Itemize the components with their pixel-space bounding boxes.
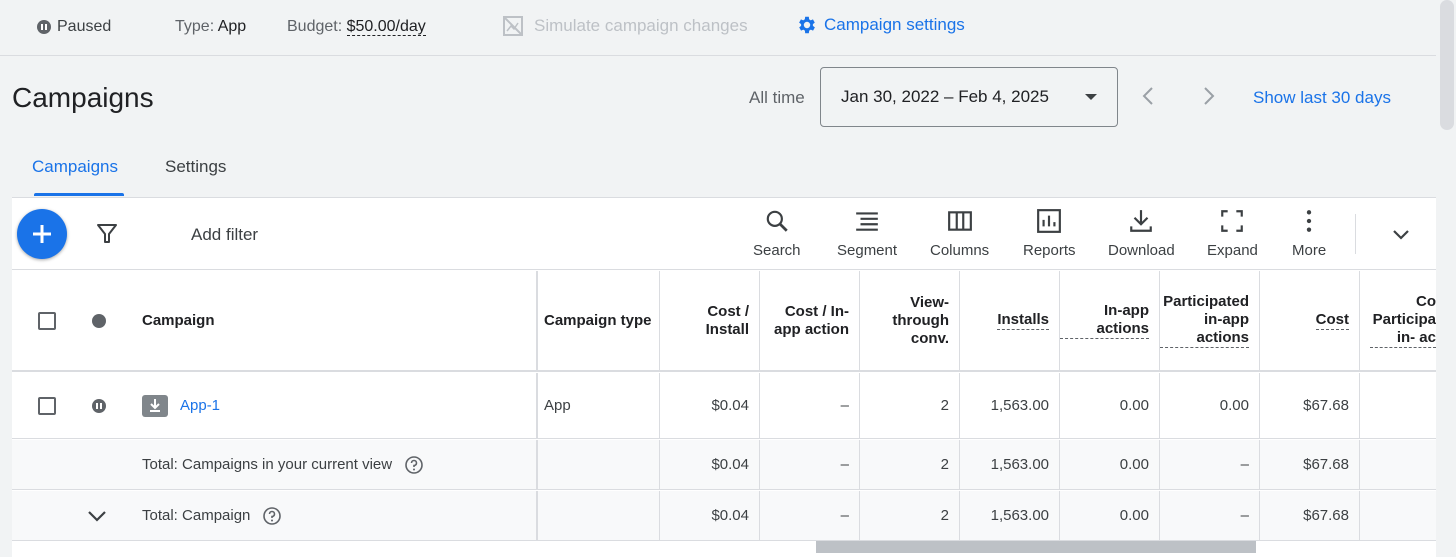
help-icon[interactable] xyxy=(404,455,424,475)
column-header-inapp-actions[interactable]: In-app actions xyxy=(1060,302,1149,339)
more-button[interactable]: More xyxy=(1292,208,1326,259)
chevron-right-icon[interactable] xyxy=(1196,84,1220,108)
caret-down-icon xyxy=(1085,94,1097,100)
column-header-viewthrough[interactable]: View-through conv. xyxy=(860,271,960,370)
campaign-type-info: Type: App xyxy=(175,18,247,35)
fullscreen-icon xyxy=(1221,210,1244,232)
simulate-icon xyxy=(503,16,523,36)
reports-button[interactable]: Reports xyxy=(1023,208,1076,259)
add-campaign-button[interactable] xyxy=(17,209,67,259)
paused-status-icon[interactable] xyxy=(92,398,106,413)
status-column-icon[interactable] xyxy=(92,313,106,328)
paused-icon xyxy=(37,20,51,34)
column-header-campaign[interactable]: Campaign xyxy=(112,271,538,370)
budget-info[interactable]: Budget: $50.00/day xyxy=(287,18,426,36)
tab-settings[interactable]: Settings xyxy=(165,157,226,177)
add-filter-input[interactable]: Add filter xyxy=(191,225,258,245)
column-header-cost-install[interactable]: Cost / Install xyxy=(660,271,760,370)
toolbar-divider xyxy=(1355,214,1356,254)
filter-icon[interactable] xyxy=(95,222,119,246)
segment-icon xyxy=(856,212,878,231)
expand-button[interactable]: Expand xyxy=(1207,208,1258,259)
help-icon[interactable] xyxy=(262,506,282,526)
row-checkbox[interactable] xyxy=(38,396,56,415)
app-download-icon xyxy=(142,394,168,417)
campaigns-table-panel: Add filter Search Segment Columns Report… xyxy=(12,197,1436,557)
page-title: Campaigns xyxy=(12,82,154,113)
select-all-checkbox[interactable] xyxy=(38,311,56,330)
download-button[interactable]: Download xyxy=(1108,208,1175,259)
active-tab-indicator xyxy=(34,193,124,196)
horizontal-scroll-thumb[interactable] xyxy=(816,541,1256,553)
column-header-installs[interactable]: Installs xyxy=(997,311,1049,330)
table-row: App-1 App $0.04 – 2 1,563.00 0.00 0.00 $… xyxy=(12,373,1436,439)
chevron-down-icon[interactable] xyxy=(85,504,109,528)
search-icon xyxy=(766,210,788,232)
chevron-left-icon[interactable] xyxy=(1137,84,1161,108)
plus-icon xyxy=(33,225,51,243)
segment-button[interactable]: Segment xyxy=(837,208,897,259)
campaign-name-link[interactable]: App-1 xyxy=(180,397,220,414)
reports-icon xyxy=(1037,209,1062,233)
column-header-type[interactable]: Campaign type xyxy=(538,271,660,370)
columns-button[interactable]: Columns xyxy=(930,208,989,259)
date-range-select[interactable]: Jan 30, 2022 – Feb 4, 2025 xyxy=(820,67,1118,127)
show-last-30-days-button[interactable]: Show last 30 days xyxy=(1253,88,1391,108)
column-header-participated[interactable]: Participated in-app actions xyxy=(1160,293,1249,348)
total-row-current-view: Total: Campaigns in your current view $0… xyxy=(12,440,1436,490)
gear-icon xyxy=(799,16,815,34)
more-vert-icon xyxy=(1306,210,1312,232)
campaign-status-bar: Paused Type: App Budget: $50.00/day Simu… xyxy=(0,0,1436,56)
campaign-settings-link[interactable]: Campaign settings xyxy=(796,14,965,36)
column-header-cost-inapp[interactable]: Cost / In-app action xyxy=(760,271,860,370)
chevron-down-icon[interactable] xyxy=(1389,222,1413,246)
download-icon xyxy=(1130,210,1153,232)
table-header-row: Campaign Campaign type Cost / Install Co… xyxy=(12,271,1436,372)
columns-icon xyxy=(947,211,972,231)
status-indicator[interactable]: Paused xyxy=(37,18,111,36)
vertical-scroll-thumb[interactable] xyxy=(1440,0,1454,130)
table-toolbar: Add filter Search Segment Columns Report… xyxy=(12,198,1436,270)
column-header-truncated[interactable]: Co Participa in- ac xyxy=(1370,293,1436,348)
date-range-label: All time xyxy=(749,88,805,107)
status-text: Paused xyxy=(57,18,112,35)
simulate-changes-button[interactable]: Simulate campaign changes xyxy=(502,15,748,37)
budget-value[interactable]: $50.00/day xyxy=(346,18,426,36)
total-row-campaign: Total: Campaign $0.04 – 2 1,563.00 0.00 … xyxy=(12,491,1436,541)
column-header-cost[interactable]: Cost xyxy=(1315,311,1349,330)
tab-campaigns[interactable]: Campaigns xyxy=(32,157,118,177)
search-button[interactable]: Search xyxy=(753,208,801,259)
